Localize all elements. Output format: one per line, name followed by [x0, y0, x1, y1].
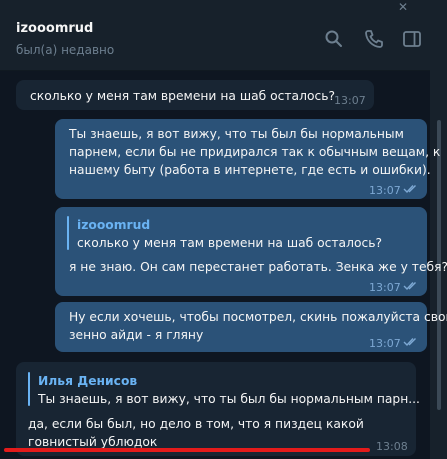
reply-accent-bar	[28, 372, 30, 406]
message-text-line: зенно айди - я гляну	[69, 328, 204, 342]
message-incoming[interactable]: сколько у меня там времени на шаб остало…	[16, 80, 374, 110]
contact-name[interactable]: izooomrud	[16, 21, 93, 36]
last-seen-status: был(а) недавно	[16, 43, 115, 57]
reply-quote-text[interactable]: Ты знаешь, я вот вижу, что ты был бы нор…	[38, 390, 420, 408]
message-text: я не знаю. Он сам перестанет работать. З…	[69, 260, 447, 274]
annotation-underline	[4, 448, 370, 452]
read-checkmarks-icon	[403, 282, 416, 291]
phone-icon[interactable]	[364, 29, 384, 49]
message-time: 13:07	[369, 337, 401, 350]
message-text-line: да, если бы был, но дело в том, что я пи…	[28, 417, 364, 431]
message-text: сколько у меня там времени на шаб остало…	[30, 89, 336, 103]
message-outgoing[interactable]: Ты знаешь, я вот вижу, что ты был бы нор…	[55, 119, 440, 199]
chat-header: izooomrud был(а) недавно ✕	[0, 0, 430, 71]
search-icon[interactable]	[324, 29, 344, 49]
sidebar-toggle-icon[interactable]	[402, 29, 422, 49]
message-incoming-reply[interactable]: Илья Денисов Ты знаешь, я вот вижу, что …	[16, 362, 420, 456]
reply-author[interactable]: Илья Денисов	[38, 372, 137, 390]
reply-author[interactable]: izooomrud	[77, 216, 150, 234]
read-checkmarks-icon	[403, 338, 416, 347]
read-checkmarks-icon	[403, 185, 416, 194]
message-time: 13:07	[369, 184, 401, 197]
reply-accent-bar	[67, 216, 69, 250]
message-time: 13:08	[376, 440, 408, 453]
close-icon[interactable]: ✕	[398, 0, 408, 14]
message-text-line: Ты знаешь, я вот вижу, что ты был бы нор…	[69, 127, 404, 141]
message-time: 13:07	[334, 94, 366, 107]
message-text-line: Ну если хочешь, чтобы посмотрел, скинь п…	[69, 310, 447, 324]
message-outgoing-reply[interactable]: izooomrud сколько у меня там времени на …	[55, 207, 447, 296]
message-text-line: нашему быту (работа в интернете, где ест…	[69, 163, 431, 177]
message-text-line: парнем, если бы не придирался так к обыч…	[69, 145, 441, 159]
message-outgoing[interactable]: Ну если хочешь, чтобы посмотрел, скинь п…	[55, 302, 447, 352]
message-time: 13:07	[369, 281, 401, 294]
reply-quote-text[interactable]: сколько у меня там времени на шаб остало…	[77, 234, 382, 252]
